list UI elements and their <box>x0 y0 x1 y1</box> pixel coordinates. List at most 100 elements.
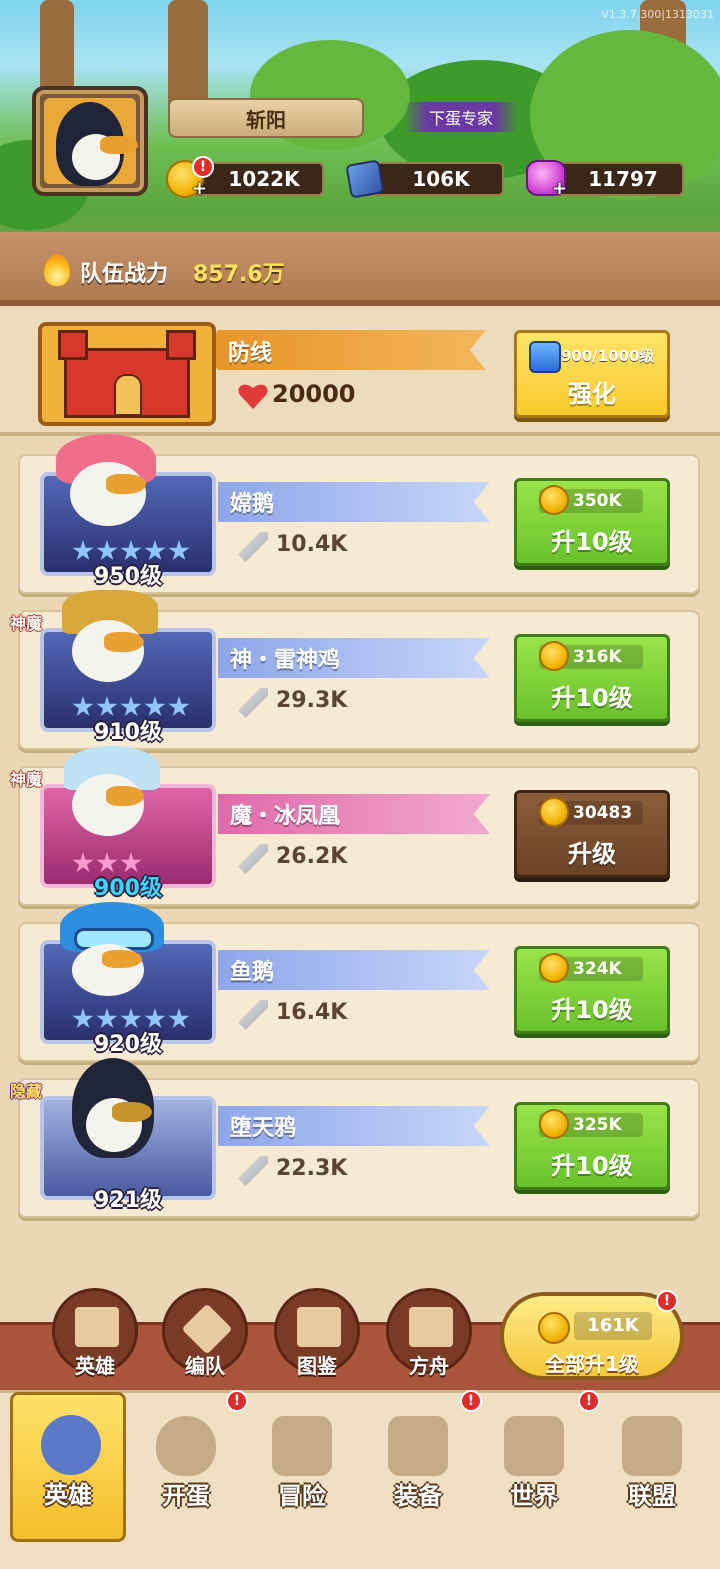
formation-label: 编队 <box>185 1354 225 1378</box>
book-icon <box>297 1307 341 1347</box>
gold-coin-icon <box>538 1312 570 1344</box>
tab-alliance-label: 联盟 <box>628 1482 676 1510</box>
sword-icon <box>238 844 268 874</box>
defense-level: 900/1000级 <box>561 347 655 365</box>
add-gem-icon[interactable]: + <box>552 178 567 199</box>
hero-name-ribbon: 嫦鹅 <box>218 482 490 522</box>
ark-label: 方舟 <box>409 1354 449 1378</box>
tab-adventure[interactable]: 冒险 <box>244 1396 360 1546</box>
upgrade-10-button[interactable]: 325K 升10级 <box>514 1102 670 1190</box>
upgrade-10-button[interactable]: 316K 升10级 <box>514 634 670 722</box>
gold-alert-icon: ! <box>192 156 214 178</box>
hero-name-ribbon: 鱼鹅 <box>218 950 490 990</box>
version-label: V1.3.7.300|1313031 <box>601 8 714 21</box>
upgrade-cost: 350K <box>573 491 622 511</box>
codex-label: 图鉴 <box>297 1354 337 1378</box>
player-title-badge[interactable]: 下蛋专家 <box>404 102 518 132</box>
upgrade-all-alert-icon: ! <box>656 1290 678 1312</box>
gold-coin-icon <box>539 953 569 983</box>
upgrade-10-button[interactable]: 324K 升10级 <box>514 946 670 1034</box>
upgrade-cost: 324K <box>573 959 622 979</box>
hero-power: 29.3K <box>276 688 348 713</box>
sword-icon <box>238 1000 268 1030</box>
hero-name-ribbon: 堕天鸦 <box>218 1106 490 1146</box>
shield-gem-icon <box>529 341 561 373</box>
upgrade-all-cost: 161K <box>574 1312 652 1340</box>
tab-equipment-label: 装备 <box>394 1482 442 1510</box>
anvil-icon <box>388 1416 448 1476</box>
hero-level: 920级 <box>94 1032 162 1057</box>
shield-crest-icon <box>622 1416 682 1476</box>
ship-icon <box>409 1307 453 1347</box>
hero-power: 10.4K <box>276 532 348 557</box>
upgrade-label: 升10级 <box>551 1152 633 1180</box>
upgrade-cost: 316K <box>573 647 622 667</box>
castle-portrait[interactable] <box>38 322 216 426</box>
hero-name-ribbon: 神・雷神鸡 <box>218 638 490 678</box>
world-map-icon <box>504 1416 564 1476</box>
upgrade-cost: 30483 <box>573 803 633 823</box>
tab-open-egg-label: 开蛋 <box>162 1482 210 1510</box>
tab-alliance[interactable]: 联盟 <box>594 1396 710 1546</box>
upgrade-10-button[interactable]: 350K 升10级 <box>514 478 670 566</box>
flame-icon <box>44 254 70 286</box>
upgrade-button[interactable]: 30483 升级 <box>514 790 670 878</box>
team-power-label: 队伍战力 <box>80 262 169 287</box>
hero-power: 16.4K <box>276 1000 348 1025</box>
team-power-value: 857.6万 <box>193 262 285 287</box>
hero-tag: 神魔 <box>10 770 43 789</box>
defense-hp: 20000 <box>272 380 356 408</box>
hero-card[interactable]: 910级 神魔 神・雷神鸡 29.3K 316K 升10级 <box>10 590 700 750</box>
upgrade-label: 升10级 <box>551 996 633 1024</box>
fallen-crow-hero-art <box>56 1058 176 1158</box>
gold-coin-icon <box>539 485 569 515</box>
upgrade-label: 升级 <box>568 840 616 868</box>
hero-name: 魔・冰凤凰 <box>230 804 341 829</box>
player-avatar[interactable] <box>32 86 148 196</box>
crossed-swords-icon <box>272 1416 332 1476</box>
hero-level: 921级 <box>94 1188 162 1213</box>
goose-hero-art <box>56 434 176 534</box>
tab-equipment[interactable]: 装备 <box>360 1396 476 1546</box>
tab-world-label: 世界 <box>510 1482 558 1510</box>
egg-icon <box>156 1416 216 1476</box>
blue-gem-value: 106K <box>412 167 470 191</box>
hero-level: 950级 <box>94 564 162 589</box>
gold-coin-icon <box>539 1109 569 1139</box>
defense-name: 防线 <box>228 341 273 366</box>
pink-gem-value: 11797 <box>588 167 658 191</box>
tab-open-egg[interactable]: 开蛋 <box>128 1396 244 1546</box>
gold-coin-icon <box>539 641 569 671</box>
sword-icon <box>238 688 268 718</box>
hero-power: 22.3K <box>276 1156 348 1181</box>
add-gold-icon[interactable]: + <box>192 178 207 199</box>
hero-name: 鱼鹅 <box>230 960 275 985</box>
upgrade-cost: 325K <box>573 1115 622 1135</box>
hero-tag: 隐藏 <box>10 1082 43 1101</box>
player-name[interactable]: 斩阳 <box>168 98 364 138</box>
hero-name: 神・雷神鸡 <box>230 648 341 673</box>
hero-penguin-icon <box>41 1415 101 1475</box>
sword-icon <box>238 532 268 562</box>
hero-card[interactable]: 950级 嫦鹅 10.4K 350K 升10级 <box>18 434 700 594</box>
ice-phoenix-hero-art <box>56 746 176 846</box>
tab-adventure-label: 冒险 <box>278 1482 326 1510</box>
hero-card[interactable]: 900级 神魔 魔・冰凤凰 26.2K 30483 升级 <box>10 746 700 906</box>
diver-goose-hero-art <box>56 902 176 1002</box>
hero-power: 26.2K <box>276 844 348 869</box>
hero-card[interactable]: 920级 鱼鹅 16.4K 324K 升10级 <box>18 902 700 1062</box>
formation-icon <box>181 1303 233 1355</box>
list-icon <box>75 1307 119 1347</box>
tab-world[interactable]: 世界 <box>476 1396 592 1546</box>
heroes-list-label: 英雄 <box>75 1354 115 1378</box>
thunder-chicken-hero-art <box>56 590 176 690</box>
blue-gem-icon <box>345 159 385 199</box>
tree-trunk <box>168 0 208 110</box>
strengthen-button[interactable]: 900/1000级 强化 <box>514 330 670 418</box>
sword-icon <box>238 1156 268 1186</box>
upgrade-all-label: 全部升1级 <box>545 1352 639 1376</box>
upgrade-label: 升10级 <box>551 684 633 712</box>
gold-coin-icon <box>539 797 569 827</box>
hero-card[interactable]: 921级 隐藏 堕天鸦 22.3K 325K 升10级 <box>10 1058 700 1218</box>
tab-heroes[interactable]: 英雄 <box>10 1392 126 1542</box>
